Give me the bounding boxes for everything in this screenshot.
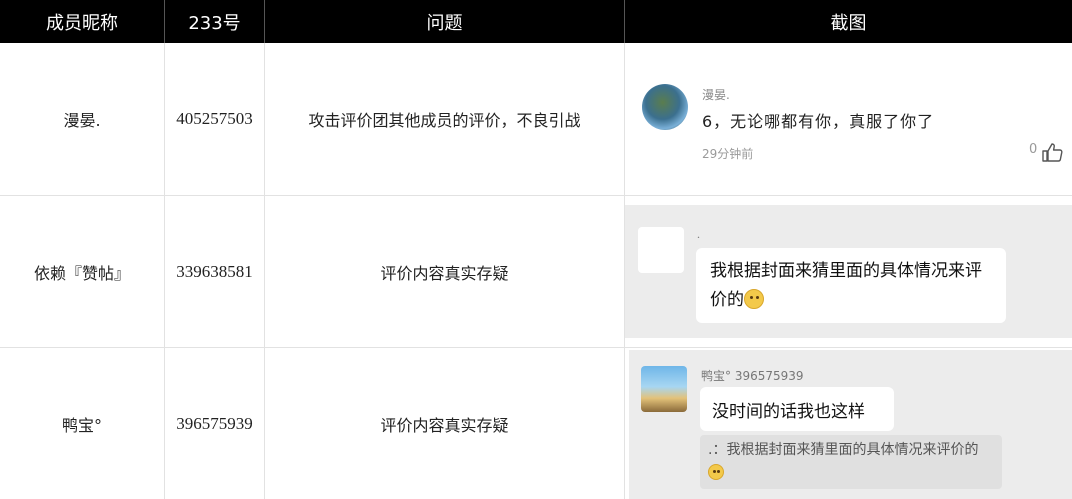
crying-laughing-emoji-icon [708,464,724,480]
avatar [638,227,684,273]
issue-text: 评价内容真实存疑 [380,415,509,435]
screenshot-chat-2: . 我根据封面来猜里面的具体情况来评价的 [625,205,1072,338]
sender-name: 鸭宝° 396575939 [701,369,804,383]
report-table: 成员昵称 233号 问题 截图 漫晏. 405257503 攻击评价团其他成员的… [0,0,1072,499]
nickname-text: 鸭宝° [61,415,102,435]
issue-text: 评价内容真实存疑 [380,263,509,283]
table-row-2-issue: 评价内容真实存疑 [265,196,625,348]
chat-bubble: 我根据封面来猜里面的具体情况来评价的 [696,248,1006,323]
header-nickname: 成员昵称 [0,0,165,43]
table-row-1-nickname: 漫晏. [0,43,165,196]
id-text: 405257503 [176,109,253,128]
comment-text: 6，无论哪都有你，真服了你了 [702,112,935,131]
header-id: 233号 [165,0,265,43]
quote-text: .：我根据封面来猜里面的具体情况来评价的 [708,442,979,458]
thumbs-up-icon [1042,143,1063,162]
table-row-3-issue: 评价内容真实存疑 [265,348,625,499]
commenter-name: 漫晏. [702,88,730,102]
screenshot-chat-3: 鸭宝° 396575939 没时间的话我也这样 .：我根据封面来猜里面的具体情况… [629,350,1072,499]
avatar [641,366,687,412]
table-row-1-issue: 攻击评价团其他成员的评价，不良引战 [265,43,625,196]
header-screenshot: 截图 [625,0,1072,43]
header-issue: 问题 [265,0,625,43]
avatar [642,84,688,130]
quoted-message: .：我根据封面来猜里面的具体情况来评价的 [700,435,1002,489]
chat-message: 没时间的话我也这样 [712,401,865,422]
nickname-text: 依赖『赞帖』 [33,263,130,283]
issue-text: 攻击评价团其他成员的评价，不良引战 [308,111,581,130]
table-row-3-id: 396575939 [165,348,265,499]
comment-time: 29分钟前 [702,147,754,161]
table-row-2-id: 339638581 [165,196,265,348]
table-row-3-nickname: 鸭宝° [0,348,165,499]
sender-name: . [697,227,700,241]
nickname-text: 漫晏. [63,111,101,130]
crying-laughing-emoji-icon [744,289,764,309]
table-row-1-id: 405257503 [165,43,265,196]
screenshot-comment-1: 漫晏. 6，无论哪都有你，真服了你了 29分钟前 0 [625,58,1072,193]
id-text: 339638581 [176,261,253,281]
like-count: 0 [1029,142,1038,157]
chat-bubble: 没时间的话我也这样 [700,387,894,431]
table-row-2-nickname: 依赖『赞帖』 [0,196,165,348]
id-text: 396575939 [176,413,253,433]
